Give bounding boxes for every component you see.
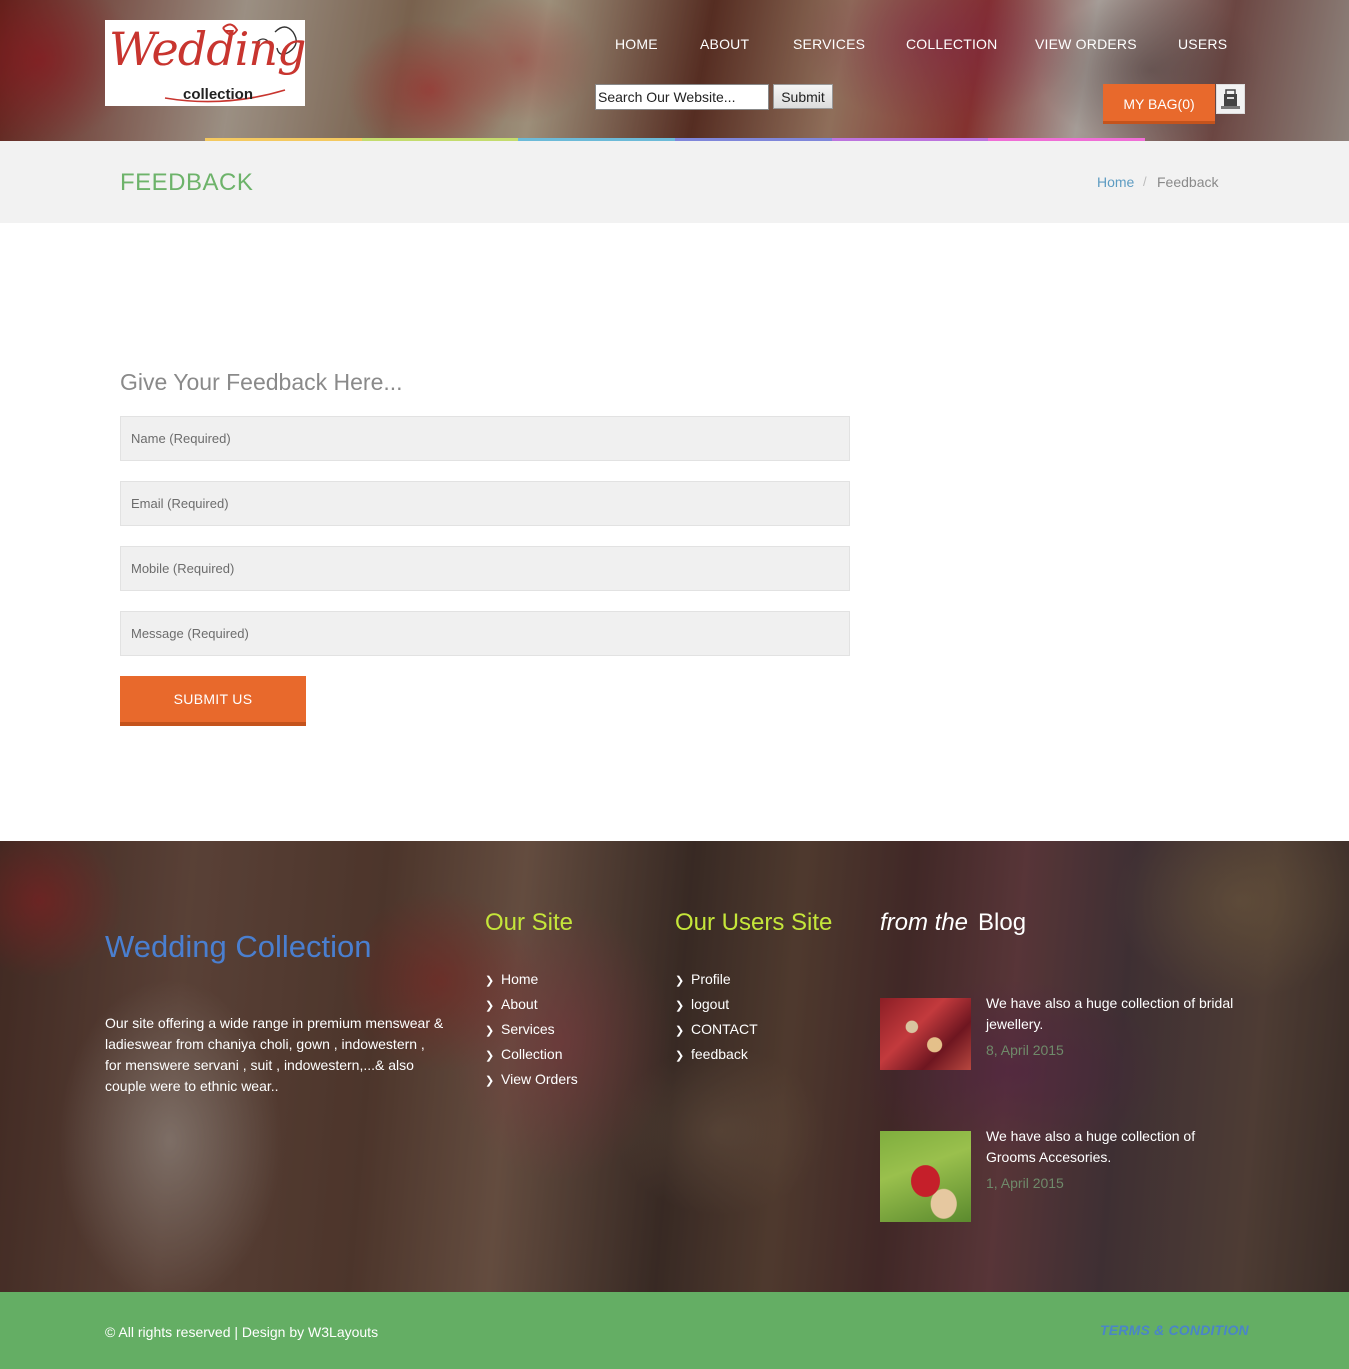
feedback-heading: Give Your Feedback Here...: [120, 369, 403, 395]
color-strip-segment: [675, 138, 832, 141]
color-strip-segment: [831, 138, 989, 141]
footer-about-text: Our site offering a wide range in premiu…: [105, 1015, 444, 1094]
footer-link-logout[interactable]: ❯ logout: [675, 996, 758, 1021]
chevron-right-icon: ❯: [675, 1025, 685, 1037]
page-title-band: FEEDBACK Home / Feedback: [0, 141, 1349, 223]
site-header: Wedding collection HOME ABOUT SERVICES C…: [0, 0, 1349, 141]
color-strip-segment: [205, 138, 362, 141]
site-footer: Wedding Collection Our site offering a w…: [0, 841, 1349, 1292]
nav-services[interactable]: SERVICES: [793, 36, 865, 52]
footer-link-label: Profile: [691, 971, 731, 987]
footer-link-profile[interactable]: ❯ Profile: [675, 971, 758, 996]
users-site-heading: Our Users Site: [675, 909, 833, 936]
footer-link-label: CONTACT: [691, 1021, 758, 1037]
footer-link-feedback[interactable]: ❯ feedback: [675, 1046, 758, 1071]
blog-heading-prefix: from the: [880, 909, 969, 936]
footer-link-label: feedback: [691, 1046, 748, 1062]
nav-about[interactable]: ABOUT: [700, 36, 749, 52]
submit-feedback-button[interactable]: SUBMIT US: [120, 676, 306, 726]
color-strip-segment: [518, 138, 676, 141]
footer-link-label: About: [501, 996, 538, 1012]
chevron-right-icon: ❯: [485, 1025, 495, 1037]
chevron-right-icon: ❯: [675, 975, 685, 987]
site-logo[interactable]: Wedding collection: [105, 20, 305, 106]
nav-collection[interactable]: COLLECTION: [906, 36, 997, 52]
nav-users[interactable]: USERS: [1178, 36, 1227, 52]
search-submit-button[interactable]: Submit: [773, 84, 833, 109]
blog-heading: from the Blog: [880, 909, 1026, 937]
blog-post-text[interactable]: We have also a huge collection of Grooms…: [986, 1126, 1246, 1168]
shopping-bag-icon[interactable]: [1216, 84, 1245, 114]
our-site-heading: Our Site: [485, 909, 574, 936]
blog-thumbnail[interactable]: [880, 1131, 971, 1222]
footer-brand: Wedding Collection: [105, 929, 372, 964]
blog-thumbnail[interactable]: [880, 998, 971, 1070]
name-field[interactable]: [120, 416, 850, 461]
footer-link-view-orders[interactable]: ❯ View Orders: [485, 1071, 578, 1096]
mobile-field[interactable]: [120, 546, 850, 591]
blog-post-date: 1, April 2015: [986, 1175, 1064, 1191]
color-strip-segment: [361, 138, 519, 141]
footer-link-home[interactable]: ❯ Home: [485, 971, 578, 996]
copyright-text: © All rights reserved | Design by W3Layo…: [105, 1324, 379, 1340]
blog-post-text[interactable]: We have also a huge collection of bridal…: [986, 993, 1246, 1035]
email-field[interactable]: [120, 481, 850, 526]
logo-wordmark: Wedding: [109, 22, 305, 76]
footer-link-label: Collection: [501, 1046, 563, 1062]
color-strip: [205, 138, 1146, 141]
page-title: FEEDBACK: [120, 169, 254, 196]
footer-link-label: Home: [501, 971, 539, 987]
nav-view-orders[interactable]: VIEW ORDERS: [1035, 36, 1137, 52]
chevron-right-icon: ❯: [675, 1050, 685, 1062]
footer-link-services[interactable]: ❯ Services: [485, 1021, 578, 1046]
nav-home[interactable]: HOME: [615, 36, 658, 52]
blog-post-date: 8, April 2015: [986, 1042, 1064, 1058]
logo-subtitle: collection: [183, 86, 254, 103]
footer-link-contact[interactable]: ❯ CONTACT: [675, 1021, 758, 1046]
footer-link-label: Services: [501, 1021, 555, 1037]
users-site-links: ❯ Profile ❯ logout ❯ CONTACT ❯ feedback: [675, 971, 758, 1071]
blog-heading-title: Blog: [978, 909, 1027, 936]
message-field[interactable]: [120, 611, 850, 656]
breadcrumb-home[interactable]: Home: [1097, 174, 1134, 190]
footer-link-label: logout: [691, 996, 730, 1012]
footer-link-label: View Orders: [501, 1071, 578, 1087]
chevron-right-icon: ❯: [485, 1075, 495, 1087]
search-input[interactable]: [595, 84, 769, 110]
our-site-links: ❯ Home ❯ About ❯ Services ❯ Collection ❯ View…: [485, 971, 578, 1096]
footer-link-collection[interactable]: ❯ Collection: [485, 1046, 578, 1071]
chevron-right-icon: ❯: [485, 1000, 495, 1012]
chevron-right-icon: ❯: [675, 1000, 685, 1012]
copyright-bar: © All rights reserved | Design by W3Layo…: [0, 1292, 1349, 1369]
breadcrumb-separator: /: [1143, 174, 1147, 189]
terms-link[interactable]: TERMS & CONDITION: [1100, 1322, 1249, 1338]
chevron-right-icon: ❯: [485, 975, 495, 987]
footer-link-about[interactable]: ❯ About: [485, 996, 578, 1021]
chevron-right-icon: ❯: [485, 1050, 495, 1062]
color-strip-segment: [988, 138, 1146, 141]
breadcrumb-current: Feedback: [1157, 174, 1219, 190]
my-bag-button[interactable]: MY BAG(0): [1103, 84, 1215, 124]
